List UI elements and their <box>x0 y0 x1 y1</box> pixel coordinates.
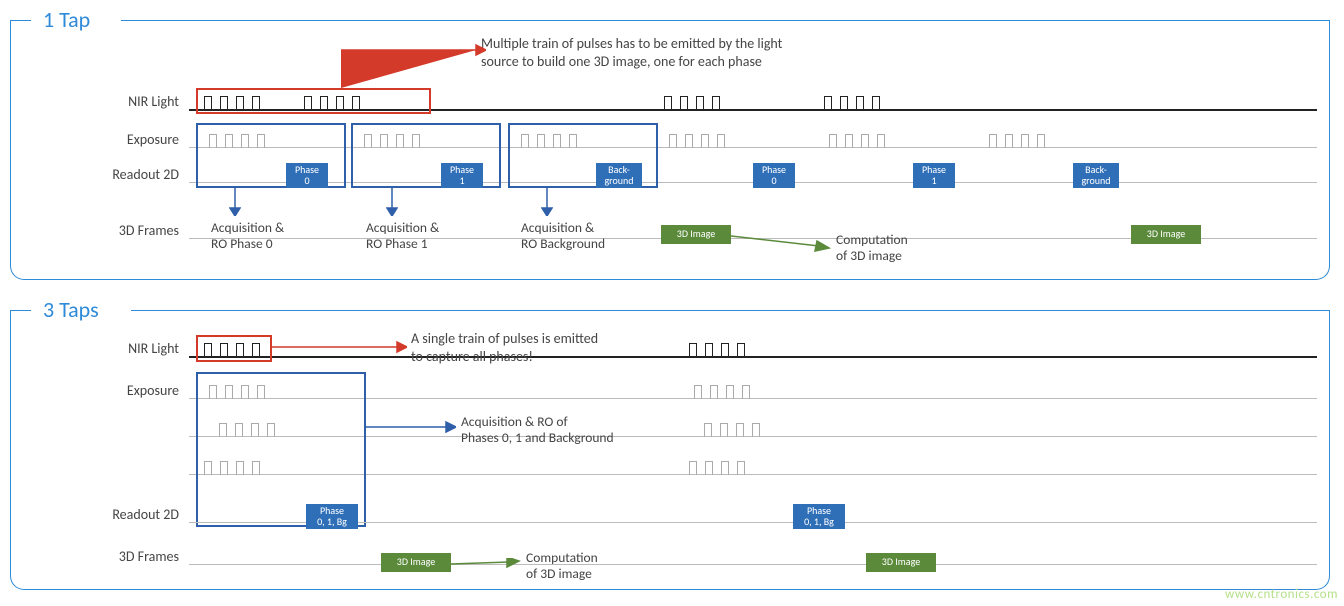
phase-block: Back-ground <box>1073 163 1119 188</box>
green-3d-block: 3D Image <box>1131 225 1201 244</box>
panel-3taps: 3 Taps NIR Light A single train of pulse… <box>10 310 1330 590</box>
green-3d-block-3: 3D Image <box>381 553 451 572</box>
phase-block-3: Phase0, 1, Bg <box>793 504 845 529</box>
arrow-green-3taps <box>451 558 521 576</box>
label-exp-1: Exposure <box>29 131 179 148</box>
acq-label-0: Acquisition &RO Phase 0 <box>211 220 284 252</box>
label-frames-1: 3D Frames <box>29 222 179 239</box>
green-3d-block-3: 3D Image <box>866 553 936 572</box>
callout-3taps: A single train of pulses is emitted to c… <box>411 330 691 365</box>
callout-3taps-l2: to capture all phases! <box>411 348 533 365</box>
label-ro-3: Readout 2D <box>29 506 179 523</box>
arrow-blue-3taps <box>366 420 456 434</box>
title-3taps: 3 Taps <box>39 296 103 323</box>
label-nir-1: NIR Light <box>29 93 179 110</box>
callout-1tap-l2: source to build one 3D image, one for ea… <box>481 53 762 70</box>
phase-block: Phase0 <box>286 163 328 188</box>
acq-label-bg: Acquisition &RO Background <box>521 220 605 252</box>
acq-label-3taps: Acquisition & RO ofPhases 0, 1 and Backg… <box>461 414 614 446</box>
phase-block: Phase0 <box>753 163 795 188</box>
phase-block: Phase1 <box>441 163 483 188</box>
label-frames-3: 3D Frames <box>29 548 179 565</box>
red-highlight-3taps <box>196 335 272 362</box>
phase-block: Back-ground <box>596 163 642 188</box>
compute-label-3: Computationof 3D image <box>526 550 598 582</box>
arrow-down-icon <box>386 188 398 216</box>
arrow-down-icon <box>541 188 553 216</box>
label-exp-3: Exposure <box>29 382 179 399</box>
label-nir-3: NIR Light <box>29 340 179 357</box>
arrow-red-1tap <box>341 42 486 92</box>
phase-block: Phase1 <box>913 163 955 188</box>
arrow-red-3taps <box>272 340 407 354</box>
callout-3taps-l1: A single train of pulses is emitted <box>411 330 598 347</box>
label-ro-1: Readout 2D <box>29 166 179 183</box>
watermark: www.cntronics.com <box>1225 587 1338 602</box>
arrow-down-icon <box>229 188 241 216</box>
compute-label-1: Computationof 3D image <box>836 232 908 264</box>
acq-label-1: Acquisition &RO Phase 1 <box>366 220 439 252</box>
title-1tap: 1 Tap <box>39 6 94 33</box>
panel-1tap: 1 Tap Multiple train of pulses has to be… <box>10 20 1330 280</box>
callout-1tap-l1: Multiple train of pulses has to be emitt… <box>481 35 782 52</box>
phase-block-3: Phase0, 1, Bg <box>306 504 358 529</box>
green-3d-block: 3D Image <box>661 225 731 244</box>
arrow-green-icon <box>731 232 831 252</box>
callout-1tap: Multiple train of pulses has to be emitt… <box>481 35 901 70</box>
